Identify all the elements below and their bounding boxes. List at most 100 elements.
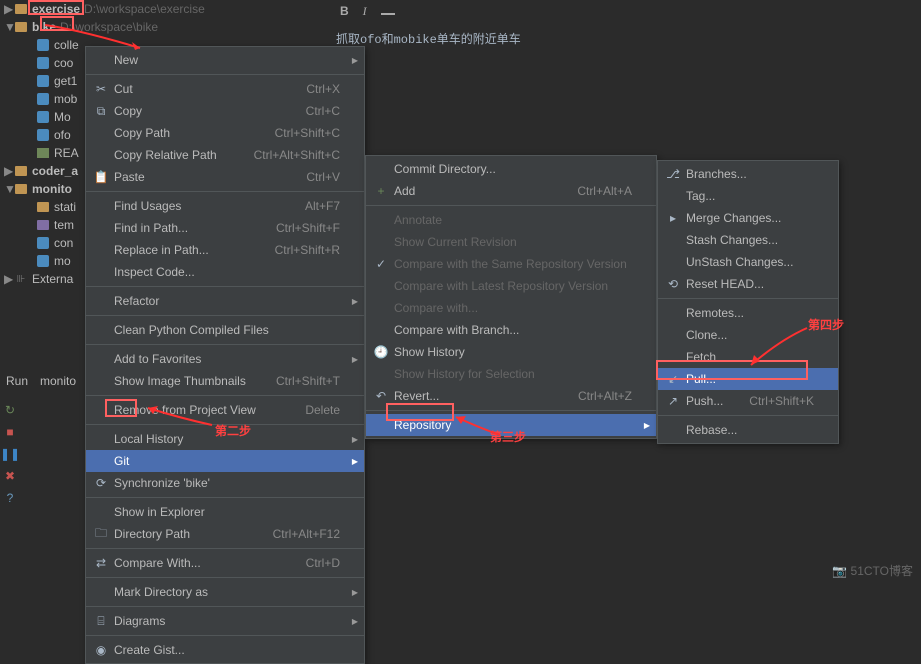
folder-icon bbox=[15, 4, 27, 14]
revert-icon: ↶ bbox=[372, 389, 390, 403]
menu-separator bbox=[86, 286, 364, 287]
menu-copy-relative-path[interactable]: Copy Relative PathCtrl+Alt+Shift+C bbox=[86, 144, 364, 166]
history-icon: 🕘 bbox=[372, 345, 390, 359]
tree-label: exercise bbox=[32, 2, 80, 16]
expand-icon[interactable]: ▶ bbox=[4, 272, 14, 286]
git-submenu: Commit Directory... +AddCtrl+Alt+A Annot… bbox=[365, 155, 657, 439]
menu-new[interactable]: New bbox=[86, 49, 364, 71]
menu-cut[interactable]: ✂CutCtrl+X bbox=[86, 78, 364, 100]
expand-icon[interactable]: ▶ bbox=[4, 2, 14, 16]
python-icon bbox=[37, 129, 49, 141]
menu-copy-path[interactable]: Copy PathCtrl+Shift+C bbox=[86, 122, 364, 144]
tree-label: Mo bbox=[54, 110, 71, 124]
menu-git[interactable]: Git bbox=[86, 450, 364, 472]
menu-mark-directory[interactable]: Mark Directory as bbox=[86, 581, 364, 603]
check-icon: ✓ bbox=[372, 257, 390, 271]
menu-separator bbox=[86, 315, 364, 316]
menu-compare-with[interactable]: ⇄Compare With...Ctrl+D bbox=[86, 552, 364, 574]
menu-diagrams[interactable]: ⌸Diagrams bbox=[86, 610, 364, 632]
menu-copy[interactable]: ⧉CopyCtrl+C bbox=[86, 100, 364, 122]
menu-replace-in-path[interactable]: Replace in Path...Ctrl+Shift+R bbox=[86, 239, 364, 261]
menu-create-gist[interactable]: ◉Create Gist... bbox=[86, 639, 364, 661]
folder-icon bbox=[15, 166, 27, 176]
menu-clean-compiled[interactable]: Clean Python Compiled Files bbox=[86, 319, 364, 341]
menu-revert[interactable]: ↶Revert...Ctrl+Alt+Z bbox=[366, 385, 656, 407]
run-toolwindow-header[interactable]: Run monito bbox=[0, 372, 82, 390]
menu-commit-directory[interactable]: Commit Directory... bbox=[366, 158, 656, 180]
tree-node-exercise[interactable]: ▶ exercise D:\workspace\exercise bbox=[0, 0, 300, 18]
tree-label: ofo bbox=[54, 128, 71, 142]
menu-directory-path[interactable]: 🗀Directory PathCtrl+Alt+F12 bbox=[86, 523, 364, 545]
tree-label: stati bbox=[54, 200, 76, 214]
folder-icon bbox=[37, 220, 49, 230]
help-icon[interactable]: ? bbox=[2, 490, 18, 506]
rerun-icon[interactable]: ↻ bbox=[2, 402, 18, 418]
menu-separator bbox=[86, 344, 364, 345]
menu-show-in-explorer[interactable]: Show in Explorer bbox=[86, 501, 364, 523]
menu-add[interactable]: +AddCtrl+Alt+A bbox=[366, 180, 656, 202]
tree-label: mob bbox=[54, 92, 77, 106]
reset-icon: ⟲ bbox=[664, 277, 682, 291]
tree-label: bike bbox=[32, 20, 56, 34]
menu-unstash[interactable]: UnStash Changes... bbox=[658, 251, 838, 273]
editor-toolbar: B I bbox=[310, 0, 921, 22]
menu-compare-latest: Compare with Latest Repository Version bbox=[366, 275, 656, 297]
branch-icon: ⎇ bbox=[664, 167, 682, 181]
underline-button[interactable] bbox=[381, 13, 395, 15]
menu-clone[interactable]: Clone... bbox=[658, 324, 838, 346]
menu-refactor[interactable]: Refactor bbox=[86, 290, 364, 312]
menu-merge[interactable]: ▸Merge Changes... bbox=[658, 207, 838, 229]
folder-icon bbox=[15, 184, 27, 194]
menu-push[interactable]: ↗Push...Ctrl+Shift+K bbox=[658, 390, 838, 412]
close-icon[interactable]: ✖ bbox=[2, 468, 18, 484]
bold-button[interactable]: B bbox=[340, 4, 349, 18]
menu-reset-head[interactable]: ⟲Reset HEAD... bbox=[658, 273, 838, 295]
menu-show-history[interactable]: 🕘Show History bbox=[366, 341, 656, 363]
menu-inspect-code[interactable]: Inspect Code... bbox=[86, 261, 364, 283]
italic-button[interactable]: I bbox=[363, 4, 367, 19]
tree-node-bike[interactable]: ▼ bike D:\workspace\bike bbox=[0, 18, 300, 36]
tree-label: Externa bbox=[32, 272, 73, 286]
menu-show-thumbnails[interactable]: Show Image ThumbnailsCtrl+Shift+T bbox=[86, 370, 364, 392]
menu-separator bbox=[86, 577, 364, 578]
menu-separator bbox=[658, 298, 838, 299]
stop-icon[interactable]: ■ bbox=[2, 424, 18, 440]
menu-synchronize[interactable]: ⟳Synchronize 'bike' bbox=[86, 472, 364, 494]
menu-show-history-sel: Show History for Selection bbox=[366, 363, 656, 385]
menu-separator bbox=[86, 606, 364, 607]
menu-remove-from-project[interactable]: Remove from Project ViewDelete bbox=[86, 399, 364, 421]
add-icon: + bbox=[372, 184, 390, 198]
menu-repository[interactable]: Repository bbox=[366, 414, 656, 436]
collapse-icon[interactable]: ▼ bbox=[4, 20, 14, 34]
menu-find-usages[interactable]: Find UsagesAlt+F7 bbox=[86, 195, 364, 217]
menu-separator bbox=[86, 635, 364, 636]
collapse-icon[interactable]: ▼ bbox=[4, 182, 14, 196]
menu-stash[interactable]: Stash Changes... bbox=[658, 229, 838, 251]
menu-compare-same: ✓Compare with the Same Repository Versio… bbox=[366, 253, 656, 275]
run-gutter: ↻ ■ ❚❚ ✖ ? bbox=[0, 396, 20, 512]
menu-rebase[interactable]: Rebase... bbox=[658, 419, 838, 441]
expand-icon[interactable]: ▶ bbox=[4, 164, 14, 178]
menu-local-history[interactable]: Local History bbox=[86, 428, 364, 450]
menu-fetch[interactable]: Fetch bbox=[658, 346, 838, 368]
menu-pull[interactable]: ↙Pull... bbox=[658, 368, 838, 390]
tree-label: tem bbox=[54, 218, 74, 232]
tree-label: mo bbox=[54, 254, 71, 268]
github-icon: ◉ bbox=[92, 643, 110, 657]
python-icon bbox=[37, 39, 49, 51]
menu-paste[interactable]: 📋PasteCtrl+V bbox=[86, 166, 364, 188]
menu-add-favorites[interactable]: Add to Favorites bbox=[86, 348, 364, 370]
tree-label: coo bbox=[54, 56, 73, 70]
pull-icon: ↙ bbox=[664, 372, 682, 386]
menu-tag[interactable]: Tag... bbox=[658, 185, 838, 207]
pause-icon[interactable]: ❚❚ bbox=[2, 446, 18, 462]
menu-branches[interactable]: ⎇Branches... bbox=[658, 163, 838, 185]
menu-find-in-path[interactable]: Find in Path...Ctrl+Shift+F bbox=[86, 217, 364, 239]
folder-icon bbox=[15, 22, 27, 32]
menu-separator bbox=[86, 395, 364, 396]
diff-icon: ⇄ bbox=[92, 556, 110, 570]
tree-label: monito bbox=[32, 182, 72, 196]
menu-compare-branch[interactable]: Compare with Branch... bbox=[366, 319, 656, 341]
menu-remotes[interactable]: Remotes... bbox=[658, 302, 838, 324]
cut-icon: ✂ bbox=[92, 82, 110, 96]
